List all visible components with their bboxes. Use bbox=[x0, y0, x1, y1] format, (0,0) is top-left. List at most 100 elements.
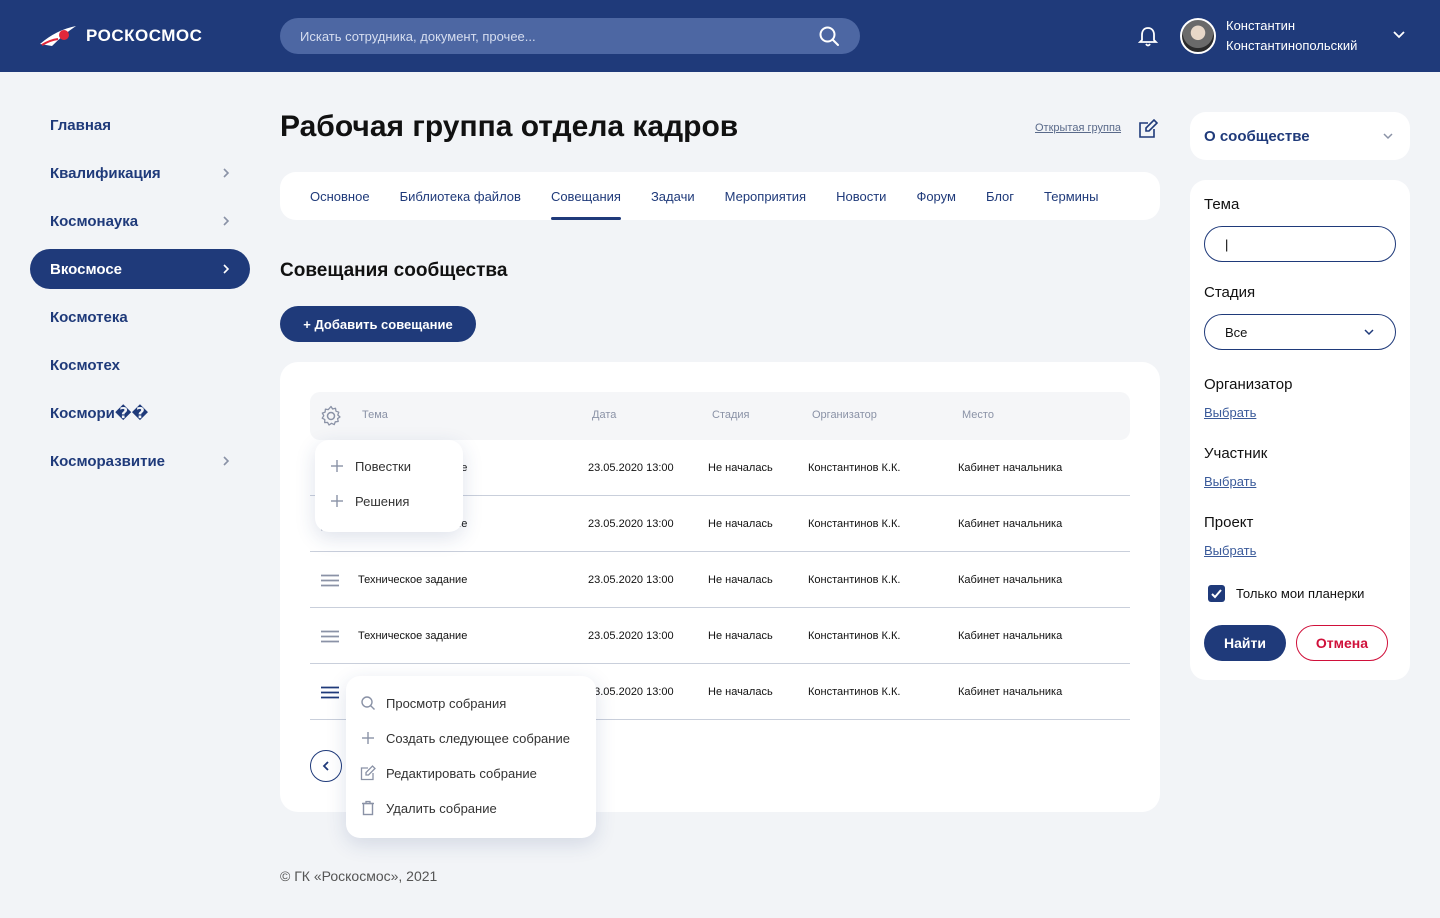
row-menu-icon[interactable] bbox=[320, 686, 340, 699]
user-name[interactable]: Константин Константинопольский bbox=[1226, 16, 1357, 56]
participant-label: Участник bbox=[1204, 445, 1268, 462]
participant-choose-link[interactable]: Выбрать bbox=[1204, 474, 1256, 489]
column-header-organizer[interactable]: Организатор bbox=[812, 409, 877, 421]
search-icon[interactable] bbox=[818, 25, 840, 47]
chevron-down-icon[interactable] bbox=[1392, 30, 1406, 40]
tab[interactable]: Задачи bbox=[651, 172, 695, 220]
sidebar-item[interactable]: Главная bbox=[30, 105, 250, 145]
search-bar[interactable] bbox=[280, 18, 860, 54]
sidebar-item-label: Квалификация bbox=[50, 164, 161, 182]
tab[interactable]: Блог bbox=[986, 172, 1014, 220]
project-label: Проект bbox=[1204, 514, 1254, 531]
table-cell-organizer: Константинов К.К. bbox=[808, 630, 901, 642]
logo[interactable]: РОСКОСМОС bbox=[38, 24, 202, 48]
chevron-left-icon bbox=[322, 761, 329, 771]
tab[interactable]: Библиотека файлов bbox=[400, 172, 521, 220]
trash-icon bbox=[362, 800, 374, 816]
add-meeting-button[interactable]: + Добавить совещание bbox=[280, 306, 476, 342]
column-header-date[interactable]: Дата bbox=[592, 409, 616, 421]
tab[interactable]: Основное bbox=[310, 172, 370, 220]
table-cell-date: 23.05.2020 13:00 bbox=[588, 462, 674, 474]
action-edit-meeting[interactable]: Редактировать собрание bbox=[360, 765, 537, 781]
action-delete-meeting[interactable]: Удалить собрание bbox=[360, 800, 497, 816]
popup-item-label: Решения bbox=[355, 493, 410, 509]
table-row[interactable]: Техническое задание 23.05.2020 13:00 Не на… bbox=[310, 608, 1130, 664]
sidebar-item[interactable]: Космонаука bbox=[30, 201, 250, 241]
user-avatar[interactable] bbox=[1180, 18, 1216, 54]
column-header-place[interactable]: Место bbox=[962, 409, 994, 421]
organizer-label: Организатор bbox=[1204, 376, 1293, 393]
sidebar-nav: Главная Квалификация Космонаука Вкосмосе Кос… bbox=[30, 105, 250, 489]
edit-icon bbox=[360, 765, 376, 781]
notification-bell-icon[interactable] bbox=[1138, 26, 1158, 48]
search-icon bbox=[361, 696, 375, 710]
table-cell-place: Кабинет начальника bbox=[958, 518, 1063, 530]
sidebar-item[interactable]: Космотех bbox=[30, 345, 250, 385]
chevron-right-icon bbox=[223, 168, 230, 178]
organizer-choose-link[interactable]: Выбрать bbox=[1204, 405, 1256, 420]
sidebar-item[interactable]: Космотека bbox=[30, 297, 250, 337]
meetings-filter-panel: Тема Стадия Все Организатор Выбрать Учас… bbox=[1190, 180, 1410, 680]
open-group-link[interactable]: Открытая группа bbox=[1035, 122, 1121, 134]
sidebar-item-label: Вкосмосе bbox=[50, 260, 122, 278]
table-cell-topic: Техническое задание bbox=[358, 630, 468, 642]
table-cell-place: Кабинет начальника bbox=[958, 462, 1063, 474]
tab[interactable]: Мероприятия bbox=[725, 172, 807, 220]
row-menu-icon[interactable] bbox=[320, 630, 340, 643]
only-mine-checkbox[interactable] bbox=[1208, 585, 1225, 602]
table-row[interactable]: Техническое задание 23.05.2020 13:00 Не на… bbox=[310, 552, 1130, 608]
stage-label: Стадия bbox=[1204, 284, 1256, 301]
table-cell-organizer: Константинов К.К. bbox=[808, 686, 901, 698]
table-cell-topic: Техническое задание bbox=[358, 574, 468, 586]
edit-icon[interactable] bbox=[1138, 119, 1158, 139]
page-title: Рабочая группа отдела кадров bbox=[280, 110, 739, 143]
sidebar-item[interactable]: Космори�� bbox=[30, 393, 250, 433]
gear-icon[interactable] bbox=[320, 405, 342, 427]
stage-select[interactable]: Все bbox=[1204, 314, 1396, 350]
section-title: Совещания сообщества bbox=[280, 260, 508, 281]
table-cell-place: Кабинет начальника bbox=[958, 574, 1063, 586]
sidebar-item-label: Космонаука bbox=[50, 212, 139, 230]
chevron-right-icon bbox=[223, 264, 230, 274]
row-menu-icon[interactable] bbox=[320, 574, 340, 587]
column-header-topic[interactable]: Тема bbox=[362, 409, 388, 421]
topic-label: Тема bbox=[1204, 196, 1240, 213]
topic-input[interactable] bbox=[1204, 226, 1396, 262]
tab[interactable]: Термины bbox=[1044, 172, 1098, 220]
popup-item-decisions[interactable]: Решения bbox=[329, 493, 409, 509]
table-cell-organizer: Константинов К.К. bbox=[808, 518, 901, 530]
table-cell-date: 23.05.2020 13:00 bbox=[588, 686, 674, 698]
tab[interactable]: Совещания bbox=[550, 172, 621, 220]
user-first-name: Константин bbox=[1226, 18, 1296, 33]
logo-text: РОСКОСМОС bbox=[86, 26, 203, 45]
action-create-next-meeting[interactable]: Создать следующее собрание bbox=[360, 730, 570, 746]
project-choose-link[interactable]: Выбрать bbox=[1204, 543, 1256, 558]
chevron-right-icon bbox=[223, 216, 230, 226]
popup-item-agendas[interactable]: Повестки bbox=[329, 458, 411, 474]
sidebar-item[interactable]: Вкосмосе bbox=[30, 249, 250, 289]
stage-value: Все bbox=[1225, 324, 1248, 340]
about-community-dropdown[interactable]: О сообществе bbox=[1190, 112, 1410, 160]
table-cell-stage: Не началась bbox=[708, 686, 773, 698]
tab[interactable]: Новости bbox=[836, 172, 886, 220]
sidebar-item-label: Косморазвитие bbox=[50, 452, 166, 470]
table-cell-organizer: Константинов К.К. bbox=[808, 462, 901, 474]
pagination-prev-button[interactable] bbox=[310, 750, 342, 782]
sidebar-item-label: Космори�� bbox=[50, 405, 149, 422]
only-mine-label[interactable]: Только мои планерки bbox=[1236, 586, 1364, 601]
column-header-stage[interactable]: Стадия bbox=[712, 409, 750, 421]
tab[interactable]: Форум bbox=[916, 172, 956, 220]
add-popup-menu: Повестки Решения bbox=[315, 440, 463, 532]
table-cell-place: Кабинет начальника bbox=[958, 630, 1063, 642]
footer-copyright: © ГК «Роскосмос», 2021 bbox=[280, 868, 438, 884]
search-input[interactable] bbox=[300, 28, 818, 44]
cancel-button[interactable]: Отмена bbox=[1296, 625, 1388, 661]
table-cell-organizer: Константинов К.К. bbox=[808, 574, 901, 586]
sidebar-item[interactable]: Косморазвитие bbox=[30, 441, 250, 481]
find-button[interactable]: Найти bbox=[1204, 625, 1286, 661]
chevron-right-icon bbox=[223, 456, 230, 466]
sidebar-item[interactable]: Квалификация bbox=[30, 153, 250, 193]
top-header: РОСКОСМОС Константин Константинопольский bbox=[0, 0, 1440, 72]
about-label: О сообществе bbox=[1204, 127, 1310, 145]
action-view-meeting[interactable]: Просмотр собрания bbox=[360, 695, 506, 711]
